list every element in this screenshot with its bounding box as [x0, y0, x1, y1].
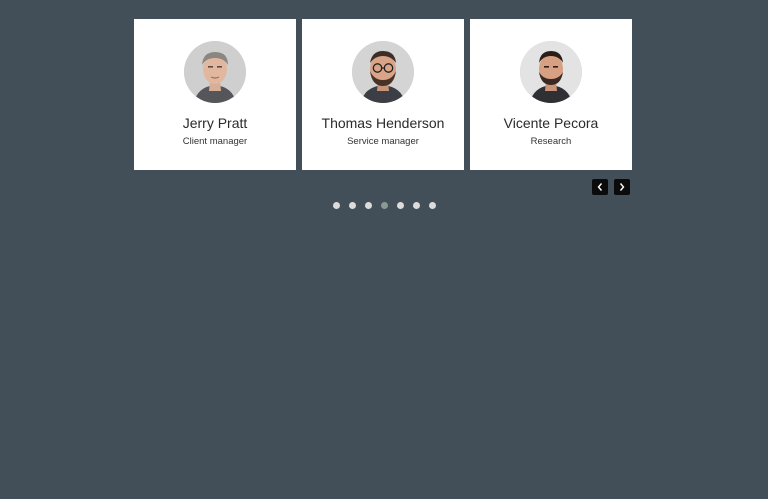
- member-role: Research: [530, 136, 572, 147]
- avatar: [352, 41, 414, 103]
- carousel-controls: [592, 179, 630, 195]
- next-button[interactable]: [614, 179, 630, 195]
- avatar: [520, 41, 582, 103]
- member-role: Client manager: [182, 136, 248, 147]
- carousel-pagination: [333, 202, 436, 209]
- team-carousel: Jerry Pratt Client manager Thomas Hender…: [134, 19, 632, 170]
- team-card-vicente-pecora[interactable]: Vicente Pecora Research: [470, 19, 632, 170]
- chevron-right-icon: [618, 182, 626, 192]
- member-role: Service manager: [347, 136, 419, 147]
- pagination-dot-3[interactable]: [365, 202, 372, 209]
- team-card-thomas-henderson[interactable]: Thomas Henderson Service manager: [302, 19, 464, 170]
- pagination-dot-1[interactable]: [333, 202, 340, 209]
- pagination-dot-2[interactable]: [349, 202, 356, 209]
- member-name: Thomas Henderson: [321, 115, 445, 131]
- pagination-dot-4[interactable]: [381, 202, 388, 209]
- pagination-dot-6[interactable]: [413, 202, 420, 209]
- team-card-jerry-pratt[interactable]: Jerry Pratt Client manager: [134, 19, 296, 170]
- member-name: Vicente Pecora: [503, 115, 599, 131]
- prev-button[interactable]: [592, 179, 608, 195]
- chevron-left-icon: [596, 182, 604, 192]
- card-track: Jerry Pratt Client manager Thomas Hender…: [134, 19, 632, 170]
- pagination-dot-7[interactable]: [429, 202, 436, 209]
- member-name: Jerry Pratt: [182, 115, 248, 131]
- avatar: [184, 41, 246, 103]
- pagination-dot-5[interactable]: [397, 202, 404, 209]
